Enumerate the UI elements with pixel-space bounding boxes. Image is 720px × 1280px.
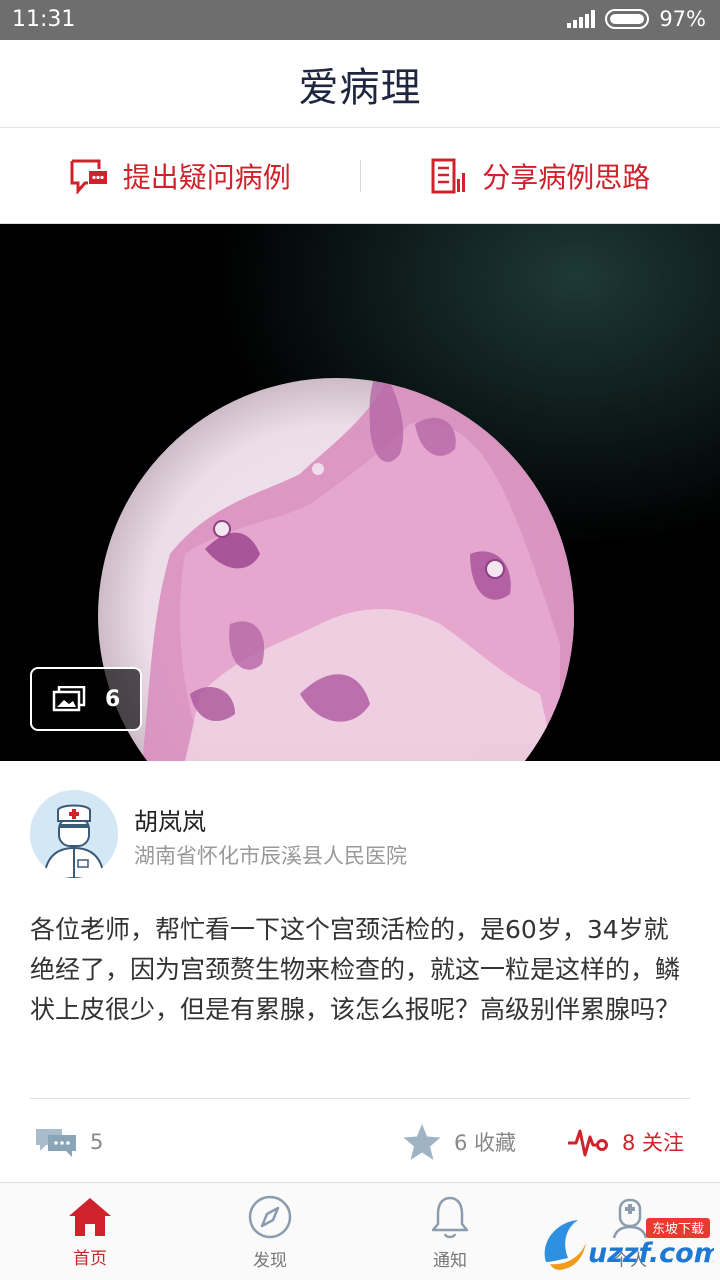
ask-case-label: 提出疑问病例	[122, 160, 291, 194]
nav-home[interactable]: 首页	[0, 1183, 180, 1280]
status-time: 11:31	[12, 7, 76, 32]
share-idea-label: 分享病例思路	[482, 160, 651, 194]
nav-discover-label: 发现	[253, 1250, 287, 1271]
heartbeat-icon	[568, 1129, 608, 1157]
image-count-badge[interactable]: 6	[30, 667, 142, 731]
case-image[interactable]: 6	[0, 224, 720, 761]
star-icon	[403, 1124, 441, 1160]
follow-button[interactable]: 8 关注	[566, 1112, 684, 1172]
avatar[interactable]	[30, 790, 118, 878]
author-hospital: 湖南省怀化市辰溪县人民医院	[134, 844, 407, 868]
author-info[interactable]: 胡岚岚 湖南省怀化市辰溪县人民医院	[30, 790, 690, 882]
author-name[interactable]: 胡岚岚	[134, 802, 206, 837]
signal-icon	[567, 10, 596, 28]
home-icon	[69, 1197, 111, 1236]
action-bar: 提出疑问病例 分享病例思路	[0, 128, 720, 224]
case-description[interactable]: 各位老师，帮忙看一下这个宫颈活检的，是60岁，34岁就绝经了，因为宫颈赘生物来检…	[30, 910, 692, 1030]
app-header: 爱病理	[0, 40, 720, 128]
comments-button[interactable]: 5	[34, 1112, 103, 1172]
favorite-button[interactable]: 6 收藏	[402, 1112, 516, 1172]
comments-icon	[36, 1129, 76, 1157]
battery-level: 97%	[659, 7, 706, 31]
image-count: 6	[105, 686, 121, 712]
share-idea-button[interactable]: 分享病例思路	[361, 128, 720, 223]
nav-home-label: 首页	[73, 1248, 107, 1269]
favorites-count: 6 收藏	[454, 1131, 517, 1155]
watermark-tag: 东坡下载	[652, 1222, 704, 1237]
status-indicators: 97%	[567, 7, 706, 31]
document-chart-icon	[431, 158, 466, 193]
battery-icon	[605, 9, 650, 29]
gallery-icon	[52, 686, 85, 712]
follow-count: 8 关注	[622, 1131, 685, 1155]
watermark-text: uzzf.com	[588, 1238, 714, 1269]
doctor-avatar-icon	[30, 790, 118, 878]
status-bar: 11:31 97%	[0, 0, 720, 40]
nav-notifications[interactable]: 通知	[360, 1183, 540, 1280]
comments-count: 5	[90, 1130, 104, 1154]
content-divider	[30, 1098, 690, 1099]
nav-notifications-label: 通知	[433, 1250, 467, 1271]
nav-discover[interactable]: 发现	[180, 1183, 360, 1280]
bell-icon	[431, 1196, 469, 1238]
bottom-nav: 首页 发现 通知 个人 东坡下载 uzzf.com	[0, 1182, 720, 1280]
compass-icon	[248, 1195, 292, 1238]
chat-bubble-icon	[70, 159, 107, 194]
uzzf-watermark: 东坡下载 uzzf.com	[544, 1218, 714, 1270]
ask-case-button[interactable]: 提出疑问病例	[0, 128, 360, 223]
app-logo: 爱病理	[298, 64, 422, 111]
case-stats: 5 6 收藏 8 关注	[0, 1112, 720, 1172]
